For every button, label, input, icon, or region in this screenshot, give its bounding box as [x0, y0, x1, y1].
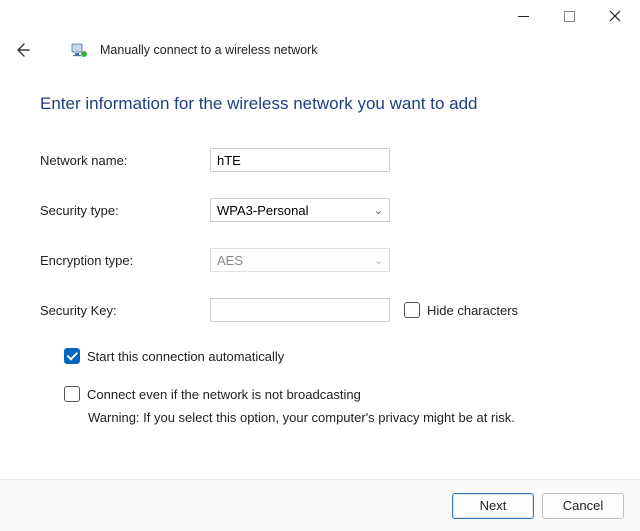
window-title: Manually connect to a wireless network [100, 43, 317, 57]
connect-hidden-checkbox[interactable] [64, 386, 80, 402]
security-type-label: Security type: [40, 203, 210, 218]
encryption-type-label: Encryption type: [40, 253, 210, 268]
network-icon [70, 41, 88, 59]
back-button[interactable] [12, 40, 32, 60]
chevron-down-icon: ⌄ [374, 254, 383, 267]
maximize-button[interactable] [546, 0, 592, 32]
arrow-left-icon [14, 42, 30, 58]
hide-characters-label: Hide characters [427, 303, 518, 318]
chevron-down-icon: ⌄ [374, 204, 383, 217]
connect-hidden-label: Connect even if the network is not broad… [87, 387, 361, 402]
auto-connect-label: Start this connection automatically [87, 349, 284, 364]
hide-characters-option[interactable]: Hide characters [404, 302, 518, 318]
hide-characters-checkbox[interactable] [404, 302, 420, 318]
connect-hidden-option[interactable]: Connect even if the network is not broad… [64, 386, 600, 402]
close-button[interactable] [592, 0, 638, 32]
next-button[interactable]: Next [452, 493, 534, 519]
security-type-select[interactable]: WPA3-Personal ⌄ [210, 198, 390, 222]
warning-text: Warning: If you select this option, your… [88, 410, 600, 425]
page-heading: Enter information for the wireless netwo… [40, 94, 600, 114]
security-type-value: WPA3-Personal [217, 203, 309, 218]
security-key-label: Security Key: [40, 303, 210, 318]
cancel-button[interactable]: Cancel [542, 493, 624, 519]
security-key-input[interactable] [210, 298, 390, 322]
network-name-input[interactable] [210, 148, 390, 172]
minimize-button[interactable] [500, 0, 546, 32]
encryption-type-value: AES [217, 253, 243, 268]
auto-connect-checkbox[interactable] [64, 348, 80, 364]
network-name-label: Network name: [40, 153, 210, 168]
auto-connect-option[interactable]: Start this connection automatically [64, 348, 600, 364]
encryption-type-select: AES ⌄ [210, 248, 390, 272]
